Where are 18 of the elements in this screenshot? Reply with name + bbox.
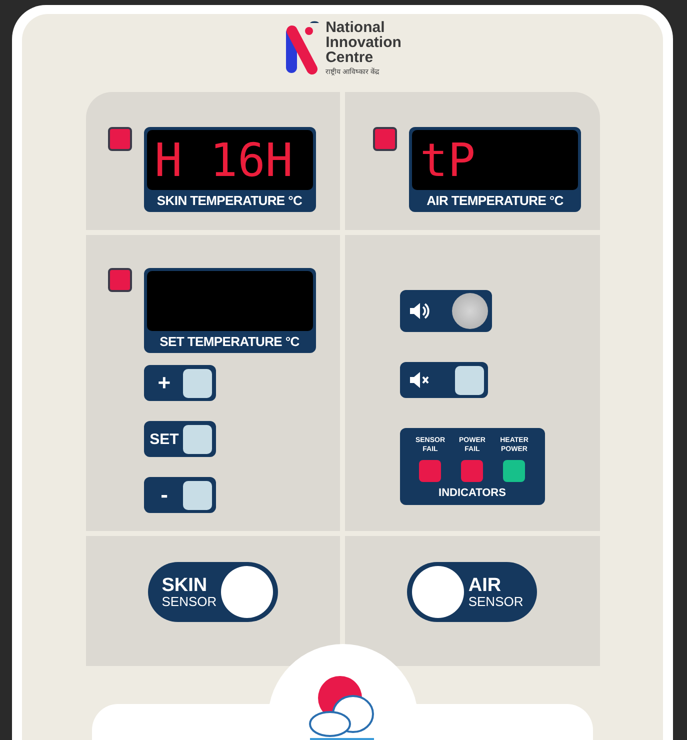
brand-logo-icon — [284, 21, 320, 75]
control-button[interactable]: + — [144, 365, 216, 401]
control-button[interactable]: - — [144, 477, 216, 513]
sensor-switch[interactable]: AIR SENSOR — [407, 562, 538, 622]
display-screen: tP — [412, 130, 578, 190]
display-label: AIR TEMPERATURE °C — [426, 192, 564, 210]
indicators-title: INDICATORS — [438, 487, 506, 499]
mute-button[interactable] — [400, 362, 488, 398]
brand-name: Innovation — [326, 35, 402, 50]
display-screen: H 16H — [146, 130, 312, 190]
speaker-icon — [408, 301, 432, 321]
brand-name: Centre — [326, 50, 374, 65]
sound-button[interactable] — [400, 290, 492, 332]
display-label: SET TEMPERATURE °C — [158, 333, 300, 351]
display-label: SKIN TEMPERATURE °C — [156, 192, 304, 210]
sensor-switch[interactable]: SKIN SENSOR — [148, 562, 278, 622]
brand-name: National — [326, 20, 386, 35]
control-button[interactable]: SET — [144, 421, 216, 457]
